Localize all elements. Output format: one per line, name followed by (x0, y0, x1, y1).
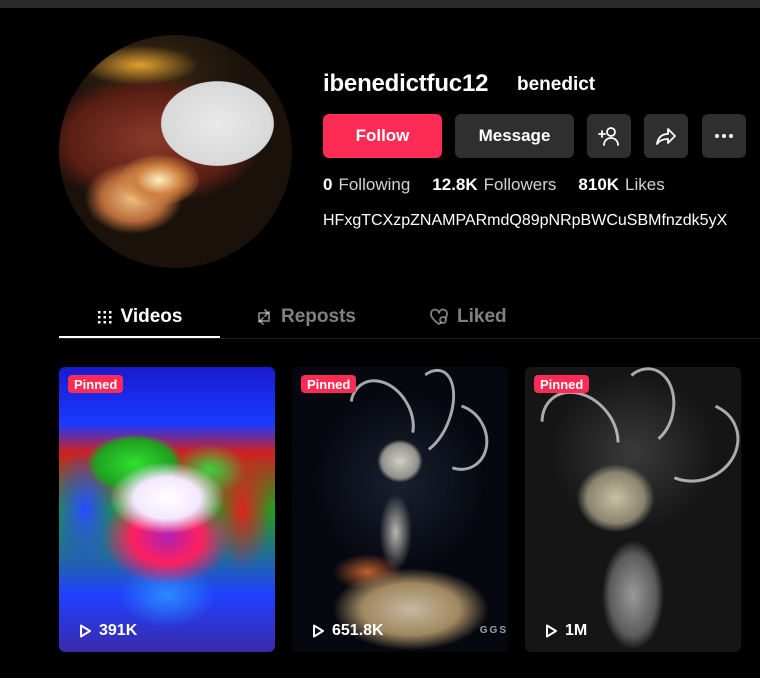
video-card[interactable]: Pinned 1M (525, 367, 741, 652)
view-count: 651.8K (310, 622, 384, 640)
stat-following[interactable]: 0 Following (323, 175, 410, 195)
repost-icon (258, 309, 270, 325)
share-button[interactable] (644, 114, 688, 158)
stat-label: Followers (483, 175, 557, 194)
pinned-badge: Pinned (534, 375, 590, 393)
profile-nickname: benedict (517, 74, 596, 95)
tab-label: Reposts (281, 306, 356, 327)
heart-icon (430, 308, 448, 325)
profile-stats: 0 Following 12.8K Followers 810K Likes (323, 175, 687, 195)
stat-followers[interactable]: 12.8K Followers (432, 175, 556, 195)
more-options-button[interactable] (702, 114, 746, 158)
video-card[interactable]: Pinned 391K (59, 367, 275, 652)
pinned-badge: Pinned (301, 375, 357, 393)
play-icon (313, 624, 324, 638)
tab-label: Liked (457, 306, 507, 327)
profile-tabs: Videos Reposts Liked (59, 296, 760, 339)
message-button[interactable]: Message (455, 114, 574, 158)
stat-value: 810K (578, 175, 620, 194)
view-count: 391K (77, 622, 137, 640)
stat-value: 0 (323, 175, 333, 194)
view-count-value: 651.8K (332, 622, 384, 639)
pinned-badge: Pinned (68, 375, 124, 393)
more-icon (715, 134, 733, 138)
avatar-highlight (79, 45, 199, 85)
top-bar (0, 0, 760, 8)
add-friend-icon (598, 127, 619, 146)
tab-videos[interactable]: Videos (59, 296, 220, 338)
grid-icon (97, 311, 112, 324)
avatar-light (119, 155, 199, 205)
stat-value: 12.8K (432, 175, 478, 194)
tab-reposts[interactable]: Reposts (255, 296, 356, 338)
video-card[interactable]: Pinned 651.8K GGS (292, 367, 508, 652)
add-friend-button[interactable] (587, 114, 631, 158)
tab-label: Videos (120, 306, 183, 327)
stat-label: Likes (625, 175, 665, 194)
view-count-value: 1M (565, 622, 588, 639)
tabs-divider (59, 338, 760, 339)
play-icon (80, 624, 91, 638)
tab-liked[interactable]: Liked (429, 296, 507, 338)
profile-bio: HFxgTCXzpZNAMPARmdQ89pNRpBWCuSBMfnzdk5yX (323, 212, 728, 229)
video-watermark: GGS (479, 625, 508, 636)
stat-label: Following (338, 175, 411, 194)
stat-likes: 810K Likes (578, 175, 664, 195)
view-count-value: 391K (99, 622, 138, 639)
follow-button[interactable]: Follow (323, 114, 442, 158)
avatar[interactable] (59, 35, 292, 268)
play-icon (546, 624, 557, 638)
share-icon (656, 128, 676, 145)
view-count: 1M (543, 622, 587, 640)
profile-username: ibenedictfuc12 (323, 70, 489, 97)
